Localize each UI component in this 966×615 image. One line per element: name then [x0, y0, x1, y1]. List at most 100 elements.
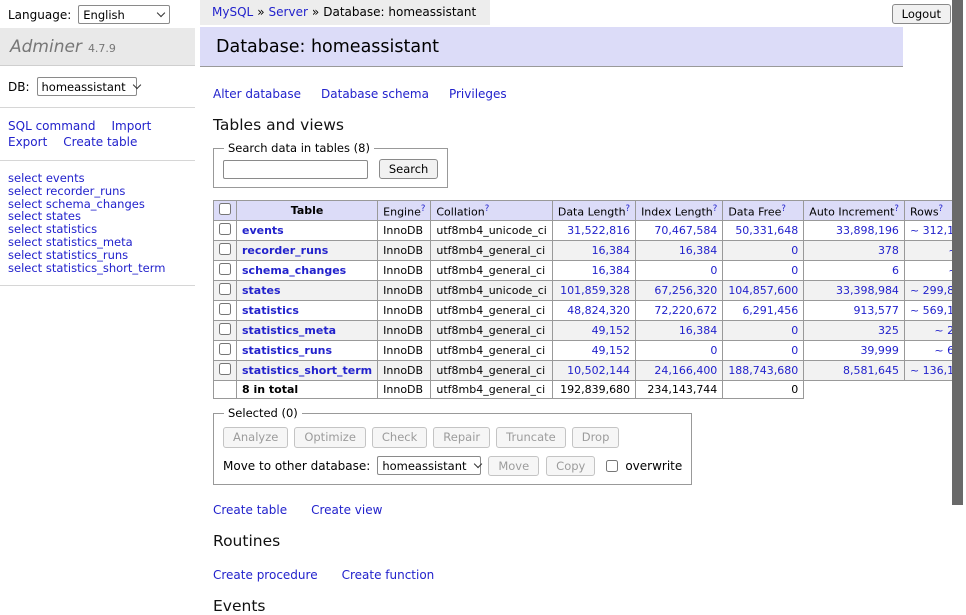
- auto-increment-cell[interactable]: 33,398,984: [804, 281, 905, 301]
- scrollbar-thumb[interactable]: [952, 0, 963, 505]
- auto-increment-cell[interactable]: 325: [804, 321, 905, 341]
- help-link[interactable]: ?: [781, 204, 786, 214]
- col-header-auto-increment: Auto Increment?: [804, 201, 905, 221]
- table-link-schema-changes[interactable]: schema_changes: [242, 264, 346, 277]
- data-free-cell[interactable]: 0: [723, 261, 804, 281]
- data-free-cell[interactable]: 0: [723, 321, 804, 341]
- data-length-cell[interactable]: 31,522,816: [552, 221, 635, 241]
- copy-button[interactable]: Copy: [546, 456, 595, 476]
- table-row-states: statesInnoDButf8mb4_unicode_ci101,859,32…: [214, 281, 966, 301]
- selected-legend: Selected (0): [224, 406, 302, 420]
- row-checkbox[interactable]: [219, 363, 231, 375]
- repair-button[interactable]: Repair: [433, 427, 490, 447]
- row-checkbox-cell: [214, 281, 237, 301]
- auto-increment-cell[interactable]: 378: [804, 241, 905, 261]
- language-select[interactable]: English: [78, 5, 170, 24]
- data-length-cell[interactable]: 16,384: [552, 241, 635, 261]
- help-link[interactable]: ?: [626, 204, 631, 214]
- data-length-cell[interactable]: 16,384: [552, 261, 635, 281]
- data-length-cell[interactable]: 10,502,144: [552, 361, 635, 381]
- index-length-cell[interactable]: 0: [636, 261, 723, 281]
- db-select[interactable]: homeassistant: [37, 77, 137, 96]
- table-link-statistics[interactable]: statistics: [242, 304, 299, 317]
- collation-cell: utf8mb4_general_ci: [431, 361, 552, 381]
- data-length-cell[interactable]: 49,152: [552, 321, 635, 341]
- data-free-cell[interactable]: 6,291,456: [723, 301, 804, 321]
- table-link-states[interactable]: states: [242, 284, 281, 297]
- data-free-cell[interactable]: 0: [723, 341, 804, 361]
- auto-increment-cell[interactable]: 33,898,196: [804, 221, 905, 241]
- auto-increment-cell[interactable]: 6: [804, 261, 905, 281]
- bottom-link-create-view[interactable]: Create view: [311, 503, 382, 517]
- sidebar-actions: SQL command Import Export Create table: [8, 119, 184, 149]
- data-free-cell[interactable]: 188,743,680: [723, 361, 804, 381]
- auto-increment-cell[interactable]: 913,577: [804, 301, 905, 321]
- help-link[interactable]: ?: [485, 204, 490, 214]
- row-checkbox[interactable]: [219, 283, 231, 295]
- help-link[interactable]: ?: [421, 204, 426, 214]
- language-select-value: English: [83, 8, 125, 22]
- row-checkbox[interactable]: [219, 263, 231, 275]
- data-length-cell[interactable]: 49,152: [552, 341, 635, 361]
- row-checkbox[interactable]: [219, 243, 231, 255]
- drop-button[interactable]: Drop: [572, 427, 620, 447]
- sidebar-action-sql-command[interactable]: SQL command: [8, 119, 95, 133]
- table-link-recorder-runs[interactable]: recorder_runs: [242, 244, 328, 257]
- sidebar-action-export[interactable]: Export: [8, 135, 47, 149]
- routine-link-create-procedure[interactable]: Create procedure: [213, 568, 318, 582]
- overwrite-checkbox[interactable]: [606, 460, 618, 472]
- table-name-cell: statistics_short_term: [237, 361, 378, 381]
- data-free-cell[interactable]: 50,331,648: [723, 221, 804, 241]
- scrollbar-track[interactable]: [952, 0, 966, 543]
- index-length-cell[interactable]: 67,256,320: [636, 281, 723, 301]
- db-action-alter-database[interactable]: Alter database: [213, 87, 301, 101]
- row-checkbox[interactable]: [219, 323, 231, 335]
- help-link[interactable]: ?: [894, 204, 899, 214]
- table-link-statistics-runs[interactable]: statistics_runs: [242, 344, 332, 357]
- move-db-select[interactable]: homeassistant: [377, 456, 481, 475]
- select-all-checkbox[interactable]: [219, 203, 231, 215]
- index-length-cell[interactable]: 70,467,584: [636, 221, 723, 241]
- table-link-statistics-short-term[interactable]: statistics_short_term: [242, 364, 372, 377]
- table-link-statistics-meta[interactable]: statistics_meta: [242, 324, 336, 337]
- index-length-cell[interactable]: 0: [636, 341, 723, 361]
- sidebar-action-create-table[interactable]: Create table: [63, 135, 137, 149]
- row-checkbox[interactable]: [219, 223, 231, 235]
- index-length-cell[interactable]: 72,220,672: [636, 301, 723, 321]
- data-free-cell[interactable]: 104,857,600: [723, 281, 804, 301]
- routine-link-create-function[interactable]: Create function: [342, 568, 435, 582]
- search-input[interactable]: [223, 160, 368, 179]
- sidebar-action-import[interactable]: Import: [111, 119, 151, 133]
- sidebar-link-select-statistics-meta[interactable]: select statistics_meta: [8, 236, 187, 249]
- row-checkbox-cell: [214, 221, 237, 241]
- row-checkbox[interactable]: [219, 343, 231, 355]
- data-length-cell[interactable]: 48,824,320: [552, 301, 635, 321]
- sidebar-link-select-statistics-short-term[interactable]: select statistics_short_term: [8, 262, 187, 275]
- db-action-privileges[interactable]: Privileges: [449, 87, 507, 101]
- index-length-cell[interactable]: 16,384: [636, 321, 723, 341]
- data-length-cell[interactable]: 101,859,328: [552, 281, 635, 301]
- auto-increment-cell[interactable]: 8,581,645: [804, 361, 905, 381]
- auto-increment-cell[interactable]: 39,999: [804, 341, 905, 361]
- row-checkbox[interactable]: [219, 303, 231, 315]
- sidebar-link-select-recorder-runs[interactable]: select recorder_runs: [8, 185, 187, 198]
- index-length-cell[interactable]: 16,384: [636, 241, 723, 261]
- data-free-cell[interactable]: 0: [723, 241, 804, 261]
- index-length-cell[interactable]: 24,166,400: [636, 361, 723, 381]
- analyze-button[interactable]: Analyze: [223, 427, 288, 447]
- chevron-down-icon: [132, 81, 140, 89]
- row-checkbox-cell: [214, 261, 237, 281]
- search-button[interactable]: Search: [379, 159, 439, 179]
- total-label-cell: 8 in total: [237, 381, 378, 399]
- db-action-database-schema[interactable]: Database schema: [321, 87, 429, 101]
- move-button[interactable]: Move: [488, 456, 539, 476]
- help-link[interactable]: ?: [713, 204, 718, 214]
- help-link[interactable]: ?: [939, 204, 944, 214]
- sidebar-link-select-events[interactable]: select events: [8, 172, 187, 185]
- sidebar-link-select-statistics-runs[interactable]: select statistics_runs: [8, 249, 187, 262]
- truncate-button[interactable]: Truncate: [496, 427, 566, 447]
- bottom-link-create-table[interactable]: Create table: [213, 503, 287, 517]
- optimize-button[interactable]: Optimize: [294, 427, 366, 447]
- check-button[interactable]: Check: [372, 427, 427, 447]
- table-link-events[interactable]: events: [242, 224, 284, 237]
